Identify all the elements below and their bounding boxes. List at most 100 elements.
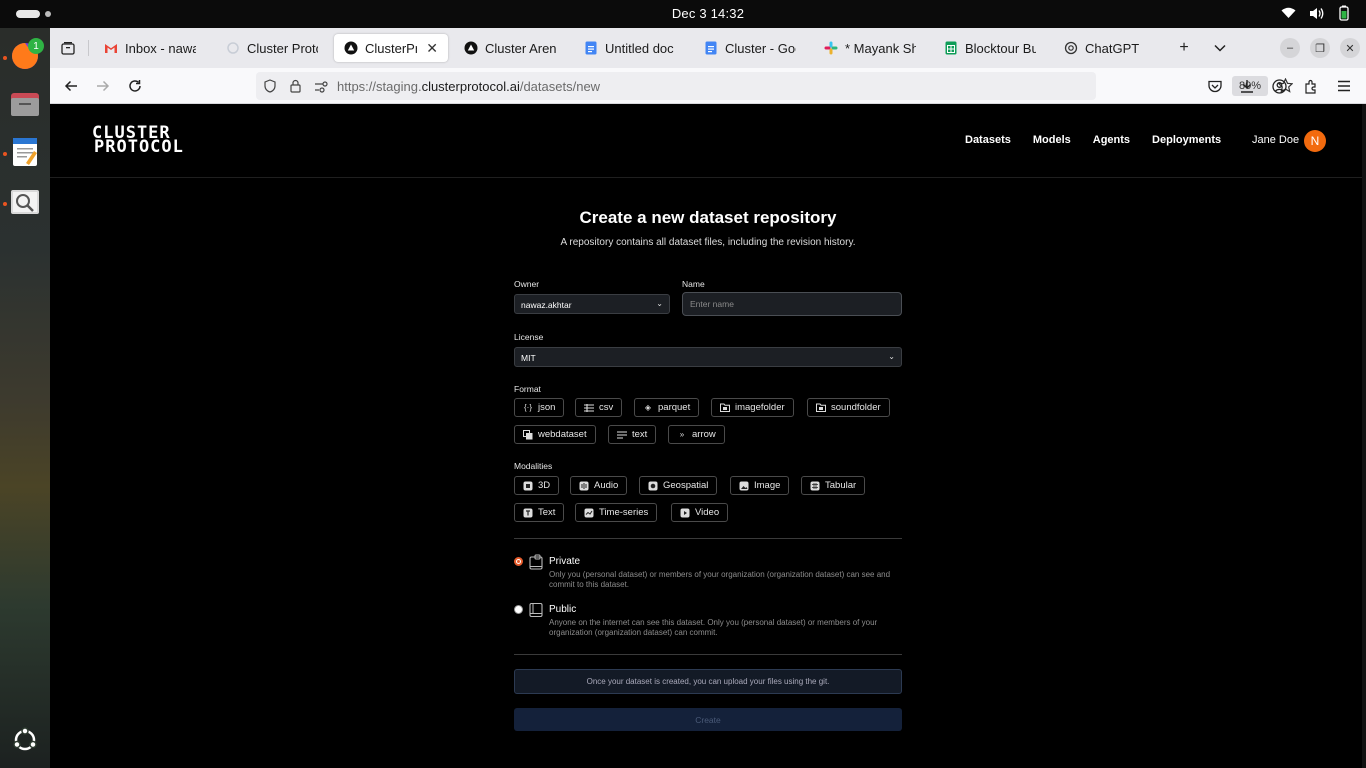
braces-icon: {·}	[523, 403, 532, 412]
volume-icon[interactable]	[1308, 5, 1324, 21]
logo-line-2: PROTOCOL	[94, 137, 184, 157]
grid-icon	[810, 481, 820, 491]
downloads-icon[interactable]	[1236, 75, 1258, 97]
list-tabs-chevron-icon[interactable]	[1208, 36, 1232, 60]
menu-icon[interactable]	[1333, 75, 1355, 97]
format-chip-soundfolder[interactable]: soundfolder	[807, 398, 890, 417]
tab-inbox[interactable]: Inbox - nawa	[94, 34, 206, 62]
license-select[interactable]: MIT ⌄	[514, 347, 902, 367]
cluster-icon	[226, 41, 240, 55]
tab-chatgpt[interactable]: ChatGPT	[1054, 34, 1166, 62]
permissions-icon[interactable]	[314, 80, 328, 98]
triangle-icon	[344, 41, 358, 55]
url-path: /datasets/new	[519, 79, 601, 94]
chip-label: Geospatial	[663, 480, 709, 491]
format-chip-parquet[interactable]: ◈ parquet	[634, 398, 700, 417]
tab-separator	[88, 40, 89, 56]
format-chip-webdataset[interactable]: webdataset	[514, 425, 596, 444]
modality-chip-audio[interactable]: Audio	[570, 476, 628, 495]
text-t-icon	[523, 508, 533, 518]
nav-deployments[interactable]: Deployments	[1152, 134, 1221, 146]
chip-label: Video	[695, 507, 720, 518]
tab-overview-icon[interactable]	[56, 36, 80, 60]
format-chip-json[interactable]: {·} json	[514, 398, 565, 417]
modality-chip-image[interactable]: Image	[730, 476, 790, 495]
wifi-icon[interactable]	[1280, 5, 1296, 21]
public-radio[interactable]	[514, 605, 523, 614]
reload-icon[interactable]	[124, 75, 146, 97]
format-chip-imagefolder[interactable]: imagefolder	[711, 398, 794, 417]
tab-cluster-arena[interactable]: Cluster Aren	[454, 34, 566, 62]
chip-label: parquet	[658, 402, 691, 413]
chevron-down-icon: ⌄	[888, 352, 895, 361]
tab-blocktour[interactable]: Blocktour Bu	[934, 34, 1046, 62]
new-tab-icon[interactable]: +	[1172, 36, 1196, 60]
forward-arrow-icon[interactable]	[92, 75, 114, 97]
files-icon[interactable]	[7, 86, 43, 122]
system-tray[interactable]	[1280, 5, 1352, 21]
modality-chip-text[interactable]: Text	[514, 503, 565, 522]
battery-icon[interactable]	[1336, 5, 1352, 21]
modality-chip-tabular[interactable]: Tabular	[801, 476, 866, 495]
close-window-icon[interactable]: ✕	[1340, 38, 1360, 58]
tab-slack[interactable]: * Mayank Sha	[814, 34, 926, 62]
tab-untitled-doc[interactable]: Untitled doc	[574, 34, 686, 62]
name-label: Name	[682, 279, 705, 289]
tab-cluster-proto[interactable]: Cluster Proto	[216, 34, 328, 62]
nav-agents[interactable]: Agents	[1093, 134, 1130, 146]
modality-chip-3d[interactable]: 3D	[514, 476, 560, 495]
public-title: Public	[549, 604, 577, 615]
chip-label: Image	[754, 480, 781, 491]
modality-chip-time-series[interactable]: Time-series	[575, 503, 658, 522]
owner-label: Owner	[514, 279, 540, 289]
back-arrow-icon[interactable]	[60, 75, 82, 97]
private-radio[interactable]	[514, 557, 523, 566]
nav-datasets[interactable]: Datasets	[965, 134, 1011, 146]
pocket-icon[interactable]	[1204, 75, 1226, 97]
nav-models[interactable]: Models	[1033, 134, 1071, 146]
modality-chip-video[interactable]: Video	[671, 503, 729, 522]
chip-label: json	[538, 402, 556, 413]
system-clock[interactable]: Dec 3 14:32	[0, 6, 1366, 21]
owner-value: nawaz.akhtar	[521, 300, 572, 310]
page-scrollbar[interactable]	[1362, 104, 1366, 768]
cluster-protocol-logo[interactable]: CLUSTER PROTOCOL	[92, 125, 184, 157]
format-chip-arrow[interactable]: » arrow	[668, 425, 725, 444]
create-button[interactable]: Create	[514, 708, 902, 731]
browser-navigation-bar: https://staging.clusterprotocol.ai/datas…	[50, 68, 1366, 104]
screenshot-viewer-icon[interactable]	[7, 184, 43, 220]
user-name[interactable]: Jane Doe	[1252, 134, 1299, 146]
url-domain: clusterprotocol.ai	[421, 79, 520, 94]
page-subtitle: A repository contains all dataset files,…	[560, 237, 856, 248]
chip-label: Text	[538, 507, 556, 518]
account-icon[interactable]	[1268, 75, 1290, 97]
format-chip-text[interactable]: text	[608, 425, 657, 444]
lock-icon[interactable]	[290, 79, 301, 98]
address-bar[interactable]: https://staging.clusterprotocol.ai/datas…	[256, 72, 1294, 100]
tab-clusterpro-active[interactable]: ClusterPro ✕	[334, 34, 448, 62]
license-label: License	[514, 332, 544, 342]
text-lines-icon	[617, 430, 627, 440]
slack-icon	[824, 41, 838, 55]
name-input[interactable]	[682, 292, 902, 316]
chip-label: Audio	[594, 480, 619, 491]
text-editor-icon[interactable]	[7, 134, 43, 170]
avatar[interactable]: N	[1304, 130, 1326, 152]
site-header: CLUSTER PROTOCOL Datasets Models Agents …	[50, 104, 1362, 178]
image-icon	[739, 481, 749, 491]
chip-label: imagefolder	[735, 402, 785, 413]
double-chevron-icon: »	[679, 430, 685, 439]
format-chip-csv[interactable]: csv	[575, 398, 623, 417]
restore-window-icon[interactable]: ❐	[1310, 38, 1330, 58]
tab-cluster-google-doc[interactable]: Cluster - Goo	[694, 34, 806, 62]
chip-label: webdataset	[538, 429, 587, 440]
url-text[interactable]: https://staging.clusterprotocol.ai/datas…	[337, 79, 600, 94]
close-tab-icon[interactable]: ✕	[426, 40, 438, 57]
minimize-window-icon[interactable]: –	[1280, 38, 1300, 58]
shield-icon[interactable]	[264, 79, 276, 98]
modality-chip-geospatial[interactable]: Geospatial	[639, 476, 718, 495]
owner-select[interactable]: nawaz.akhtar ⌄	[514, 294, 670, 314]
extensions-icon[interactable]	[1300, 75, 1322, 97]
section-divider	[514, 654, 902, 655]
ubuntu-apps-icon[interactable]	[7, 722, 43, 758]
